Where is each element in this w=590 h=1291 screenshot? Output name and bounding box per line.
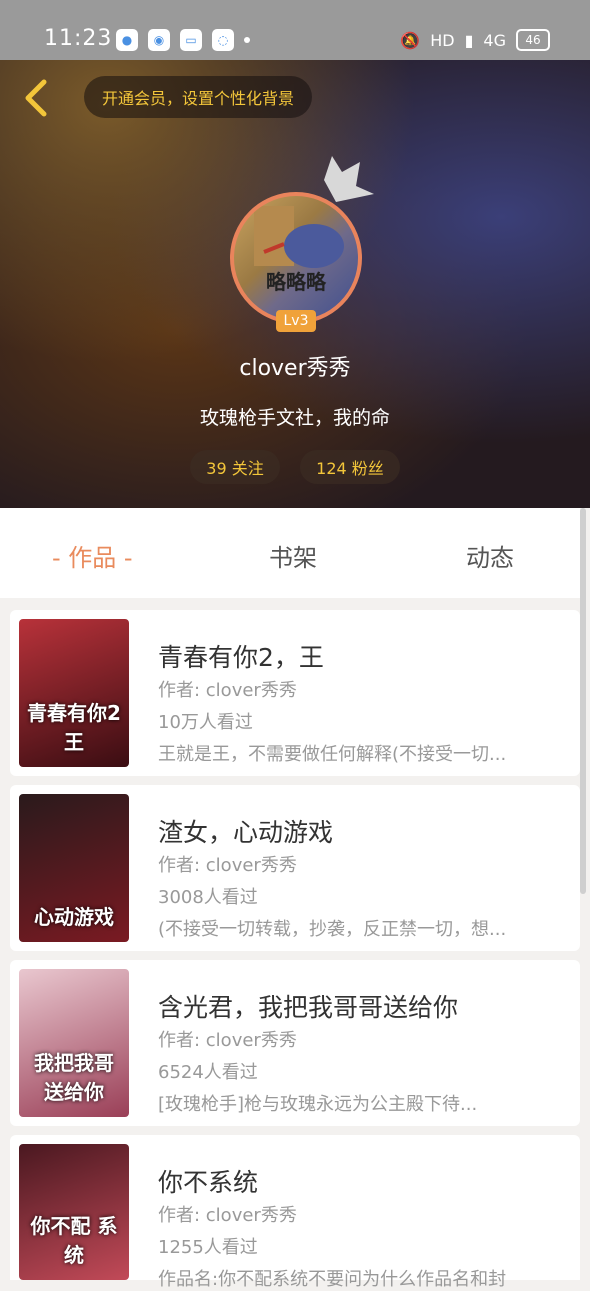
username: clover秀秀 — [239, 356, 351, 381]
vip-banner[interactable]: 开通会员，设置个性化背景 — [84, 76, 313, 118]
level-label: Lv3 — [283, 313, 309, 329]
followers-button[interactable]: 124 粉丝 — [300, 450, 400, 484]
app-icon: ◉ — [148, 29, 170, 51]
mute-icon: 🔕 — [400, 30, 421, 50]
notification-icons: ● ◉ ▭ ◌ — [116, 29, 250, 51]
following-label: 39 关注 — [206, 459, 264, 478]
work-author: 作者: clover秀秀 — [158, 1030, 297, 1051]
work-desc: 作品名:你不配系统不要问为什么作品名和封 — [158, 1269, 507, 1290]
message-icon: ▭ — [180, 29, 202, 51]
cover-text: 我把我哥 送给你 — [34, 1051, 114, 1104]
level-badge: Lv3 — [276, 310, 316, 332]
battery-icon: 46 — [516, 29, 550, 51]
signal-icon: ▮ — [464, 30, 474, 50]
tab-works[interactable]: - 作品 - — [52, 538, 133, 573]
tab-bookshelf[interactable]: 书架 — [269, 538, 317, 573]
cover-text: 心动游戏 — [34, 905, 114, 929]
back-arrow-icon[interactable] — [20, 78, 56, 118]
work-views: 1255人看过 — [158, 1237, 258, 1258]
book-cover: 心动游戏 — [19, 794, 129, 942]
status-right: 🔕 HD ▮ 4G 46 — [400, 29, 550, 51]
oppo-icon: ◌ — [212, 29, 234, 51]
avatar[interactable]: 略略略 Lv3 — [230, 192, 362, 332]
tab-activity[interactable]: 动态 — [466, 538, 514, 573]
profile-tabs: - 作品 - 书架 动态 — [0, 508, 580, 598]
work-title: 你不系统 — [158, 1168, 259, 1197]
profile-header: 开通会员，设置个性化背景 略略略 Lv3 clover秀秀 玫瑰枪手文社，我的命… — [0, 60, 590, 508]
battery-level: 46 — [525, 33, 541, 47]
work-card[interactable]: 心动游戏 渣女，心动游戏 作者: clover秀秀 3008人看过 (不接受一切… — [10, 785, 580, 951]
more-dot-icon — [244, 37, 250, 43]
network-4g: 4G — [483, 30, 506, 50]
bio: 玫瑰枪手文社，我的命 — [199, 407, 390, 429]
work-author: 作者: clover秀秀 — [158, 680, 297, 701]
work-title: 含光君，我把我哥哥送给你 — [158, 993, 459, 1022]
work-title: 渣女，心动游戏 — [158, 818, 334, 847]
work-desc: 王就是王，不需要做任何解释(不接受一切... — [158, 744, 507, 765]
work-author: 作者: clover秀秀 — [158, 1205, 297, 1226]
work-card[interactable]: 我把我哥 送给你 含光君，我把我哥哥送给你 作者: clover秀秀 6524人… — [10, 960, 580, 1126]
cover-text: 青春有你2 王 — [27, 701, 121, 754]
vip-banner-label: 开通会员，设置个性化背景 — [102, 89, 295, 108]
avatar-text: 略略略 — [266, 270, 326, 294]
book-cover: 我把我哥 送给你 — [19, 969, 129, 1117]
wechat-icon: ● — [116, 29, 138, 51]
work-title: 青春有你2，王 — [158, 643, 324, 672]
network-hd: HD — [430, 30, 455, 50]
status-bar: 11:23 ● ◉ ▭ ◌ 🔕 HD ▮ 4G 46 — [0, 0, 590, 60]
work-author: 作者: clover秀秀 — [158, 855, 297, 876]
work-views: 3008人看过 — [158, 887, 258, 908]
scrollbar[interactable] — [580, 508, 586, 894]
following-button[interactable]: 39 关注 — [190, 450, 280, 484]
cover-text: 你不配 系统 — [30, 1214, 118, 1267]
work-desc: (不接受一切转载，抄袭，反正禁一切，想... — [158, 919, 507, 940]
status-time: 11:23 — [44, 26, 113, 51]
work-desc: [玫瑰枪手]枪与玫瑰永远为公主殿下待... — [158, 1094, 478, 1115]
work-card[interactable]: 你不配 系统 你不系统 作者: clover秀秀 1255人看过 作品名:你不配… — [10, 1135, 580, 1290]
work-views: 6524人看过 — [158, 1062, 258, 1083]
book-cover: 你不配 系统 — [19, 1144, 129, 1280]
work-views: 10万人看过 — [158, 712, 253, 733]
avatar-cartoon-icon — [254, 206, 344, 268]
avatar-image: 略略略 — [230, 192, 362, 324]
book-cover: 青春有你2 王 — [19, 619, 129, 767]
followers-label: 124 粉丝 — [316, 459, 384, 478]
work-card[interactable]: 青春有你2 王 青春有你2，王 作者: clover秀秀 10万人看过 王就是王… — [10, 610, 580, 776]
